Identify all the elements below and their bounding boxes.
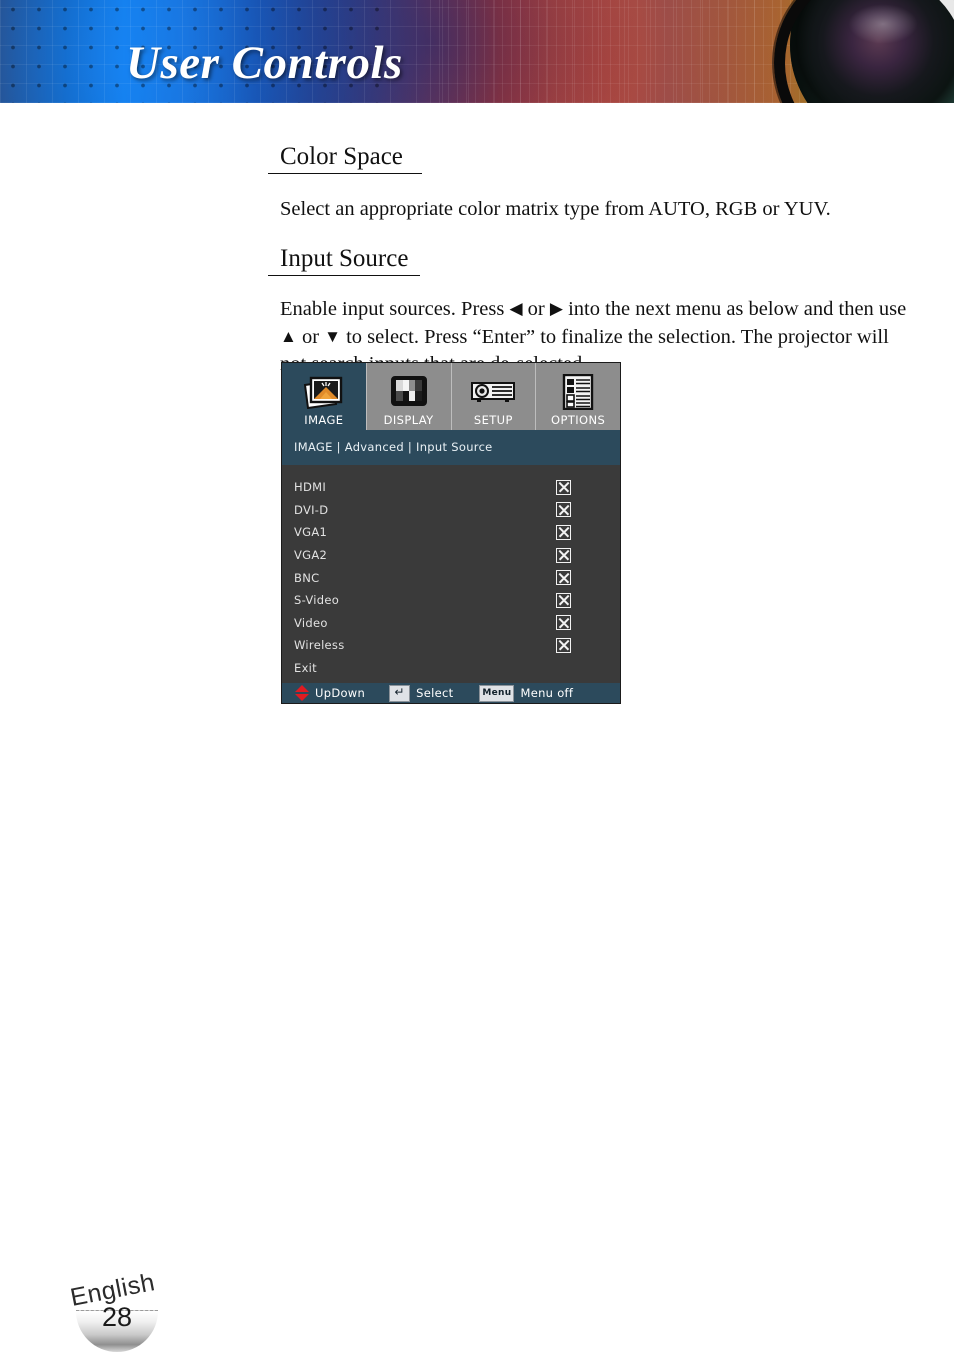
checkbox-hdmi[interactable] bbox=[556, 479, 571, 495]
tab-display-label: DISPLAY bbox=[383, 413, 434, 427]
list-item-label: Exit bbox=[294, 661, 317, 676]
display-icon bbox=[390, 371, 428, 413]
list-item[interactable]: VGA1 bbox=[282, 521, 620, 544]
camera-lens-highlight-icon bbox=[848, 4, 918, 44]
breadcrumb: IMAGE | Advanced | Input Source bbox=[282, 430, 620, 465]
input-source-line2-b: or bbox=[301, 325, 320, 348]
list-item-label: Wireless bbox=[294, 638, 345, 653]
input-source-line2-a: then use bbox=[838, 298, 907, 321]
tab-options[interactable]: OPTIONS bbox=[536, 363, 620, 430]
arrow-right-icon: ▶ bbox=[549, 299, 563, 319]
list-item-label: VGA2 bbox=[294, 548, 328, 563]
status-select[interactable]: ↵ Select bbox=[365, 684, 454, 702]
tab-setup-label: SETUP bbox=[473, 413, 513, 427]
input-source-line2-c: to select. Press “Enter” to finalize the… bbox=[346, 325, 737, 348]
input-source-line1-c: into the next menu as below and bbox=[568, 298, 834, 321]
projector-icon bbox=[470, 371, 516, 413]
options-list-icon bbox=[562, 371, 594, 413]
list-item-label: HDMI bbox=[294, 480, 327, 495]
checkbox-dvi-d[interactable] bbox=[556, 502, 571, 518]
tab-image[interactable]: IMAGE bbox=[282, 363, 367, 430]
list-item-label: DVI-D bbox=[294, 502, 329, 517]
list-item-label: S-Video bbox=[294, 593, 340, 608]
tab-display[interactable]: DISPLAY bbox=[366, 363, 452, 430]
tab-setup[interactable]: SETUP bbox=[451, 363, 537, 430]
status-updown-label: UpDown bbox=[315, 686, 366, 701]
list-item[interactable]: Wireless bbox=[282, 634, 620, 657]
arrow-left-icon: ◀ bbox=[509, 299, 523, 319]
checkbox-vga1[interactable] bbox=[556, 524, 571, 540]
up-down-arrows-icon bbox=[295, 685, 309, 702]
page-content: Color Space Select an appropriate color … bbox=[0, 103, 954, 378]
list-item[interactable]: HDMI bbox=[282, 476, 620, 499]
list-item[interactable]: BNC bbox=[282, 566, 620, 589]
section-heading-input-source: Input Source bbox=[268, 245, 908, 277]
status-updown[interactable]: UpDown bbox=[282, 685, 366, 702]
list-item[interactable]: Video bbox=[282, 612, 620, 635]
checkbox-video[interactable] bbox=[556, 615, 571, 631]
input-source-line1-a: Enable input sources. Press bbox=[280, 298, 505, 321]
enter-key-icon: ↵ bbox=[389, 684, 411, 702]
list-item-exit[interactable]: Exit bbox=[282, 657, 620, 680]
page-header-banner: User Controls bbox=[0, 0, 954, 103]
list-item-label: Video bbox=[294, 615, 328, 630]
osd-status-bar: UpDown ↵ Select Menu Menu off bbox=[282, 683, 620, 704]
section-heading-color-space: Color Space bbox=[268, 143, 908, 174]
list-item[interactable]: VGA2 bbox=[282, 544, 620, 567]
status-menu-off-label: Menu off bbox=[520, 686, 574, 701]
footer-page-number: 28 bbox=[101, 1302, 133, 1332]
checkbox-s-video[interactable] bbox=[556, 592, 571, 608]
list-item-label: BNC bbox=[294, 570, 320, 585]
checkbox-vga2[interactable] bbox=[556, 547, 571, 563]
list-item[interactable]: DVI-D bbox=[282, 499, 620, 522]
osd-menu: IMAGE DISPLAY SETUP OPTIONS IMAGE | Adva… bbox=[282, 363, 620, 704]
tab-options-label: OPTIONS bbox=[551, 413, 606, 427]
input-source-list: HDMI DVI-D VGA1 VGA2 BNC S-Video Video W… bbox=[282, 465, 620, 684]
status-select-label: Select bbox=[416, 686, 454, 701]
osd-tab-bar: IMAGE DISPLAY SETUP OPTIONS bbox=[282, 363, 620, 430]
menu-key-icon: Menu bbox=[479, 684, 515, 702]
arrow-down-icon: ▼ bbox=[324, 326, 341, 346]
color-space-body: Select an appropriate color matrix type … bbox=[280, 198, 831, 220]
input-source-heading-text: Input Source bbox=[280, 245, 409, 273]
list-item[interactable]: S-Video bbox=[282, 589, 620, 612]
color-space-heading-text: Color Space bbox=[280, 143, 403, 170]
input-source-line1-b: or bbox=[527, 298, 545, 321]
status-menu-off[interactable]: Menu Menu off bbox=[453, 684, 574, 702]
page-footer: English 28 bbox=[62, 1268, 242, 1352]
page-title: User Controls bbox=[126, 37, 403, 89]
checkbox-bnc[interactable] bbox=[556, 570, 571, 586]
checkbox-wireless[interactable] bbox=[556, 637, 571, 653]
arrow-up-icon: ▲ bbox=[280, 326, 297, 346]
tab-image-label: IMAGE bbox=[304, 413, 344, 427]
image-icon bbox=[303, 371, 345, 413]
list-item-label: VGA1 bbox=[294, 525, 328, 540]
